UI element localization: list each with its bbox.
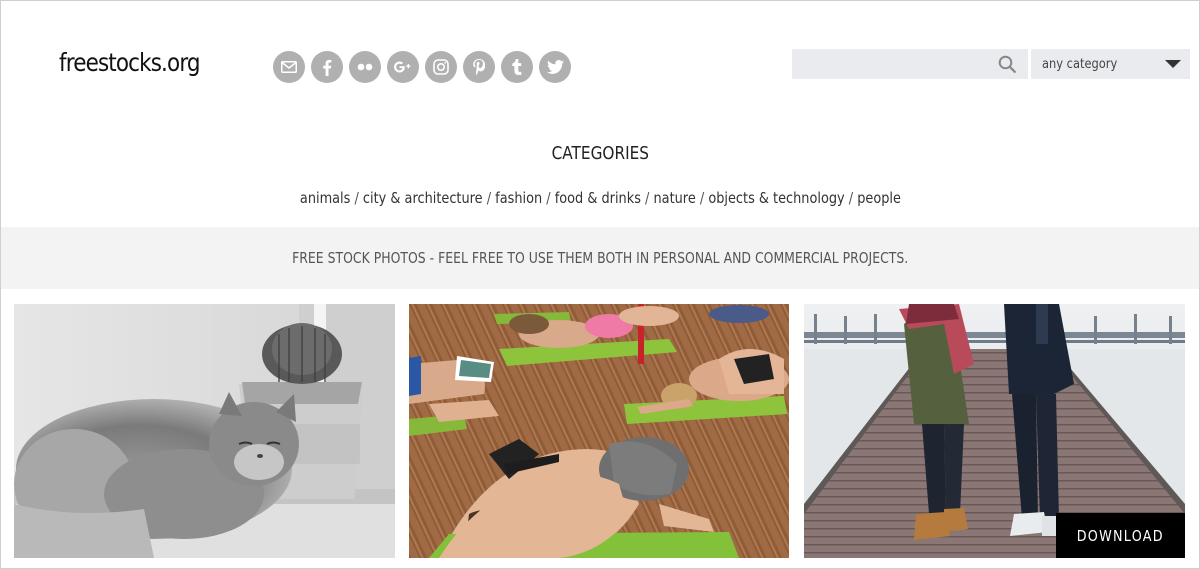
instagram-icon[interactable]	[425, 51, 457, 83]
separator: /	[482, 189, 495, 207]
google-plus-icon[interactable]	[387, 51, 419, 83]
separator: /	[640, 189, 654, 207]
categories-heading: CATEGORIES	[551, 143, 649, 164]
category-select[interactable]: any category	[1031, 49, 1190, 79]
separator: /	[695, 189, 708, 207]
category-link-city-architecture[interactable]: city & architecture	[362, 189, 482, 207]
download-button[interactable]: DOWNLOAD	[1056, 513, 1185, 558]
separator: /	[541, 189, 555, 207]
caret-down-icon	[1165, 60, 1181, 68]
site-logo[interactable]: freestocks.org	[59, 48, 201, 77]
flickr-icon[interactable]	[349, 51, 381, 83]
banner-text: FREE STOCK PHOTOS - FEEL FREE TO USE THE…	[291, 249, 909, 267]
category-link-food-drinks[interactable]: food & drinks	[554, 189, 640, 207]
category-link-objects-technology[interactable]: objects & technology	[708, 189, 844, 207]
mail-icon[interactable]	[273, 51, 305, 83]
facebook-icon[interactable]	[311, 51, 343, 83]
cat-beside-cactus-photo[interactable]	[14, 304, 395, 558]
social-links	[273, 51, 571, 83]
separator: /	[349, 189, 363, 207]
search-icon[interactable]	[998, 55, 1016, 78]
separator: /	[844, 189, 857, 207]
search-box	[792, 49, 1028, 79]
category-link-people[interactable]: people	[857, 189, 901, 207]
pinterest-icon[interactable]	[463, 51, 495, 83]
category-select-value: any category	[1042, 56, 1118, 72]
search-input[interactable]	[792, 49, 992, 79]
category-link-fashion[interactable]: fashion	[495, 189, 542, 207]
category-links: animals / city & architecture / fashion …	[0, 189, 1200, 207]
info-banner: FREE STOCK PHOTOS - FEEL FREE TO USE THE…	[1, 227, 1199, 289]
tumblr-icon[interactable]	[501, 51, 533, 83]
twitter-icon[interactable]	[539, 51, 571, 83]
yoga-class-photo[interactable]	[409, 304, 789, 558]
category-link-animals[interactable]: animals	[299, 189, 349, 207]
category-link-nature[interactable]: nature	[653, 189, 695, 207]
